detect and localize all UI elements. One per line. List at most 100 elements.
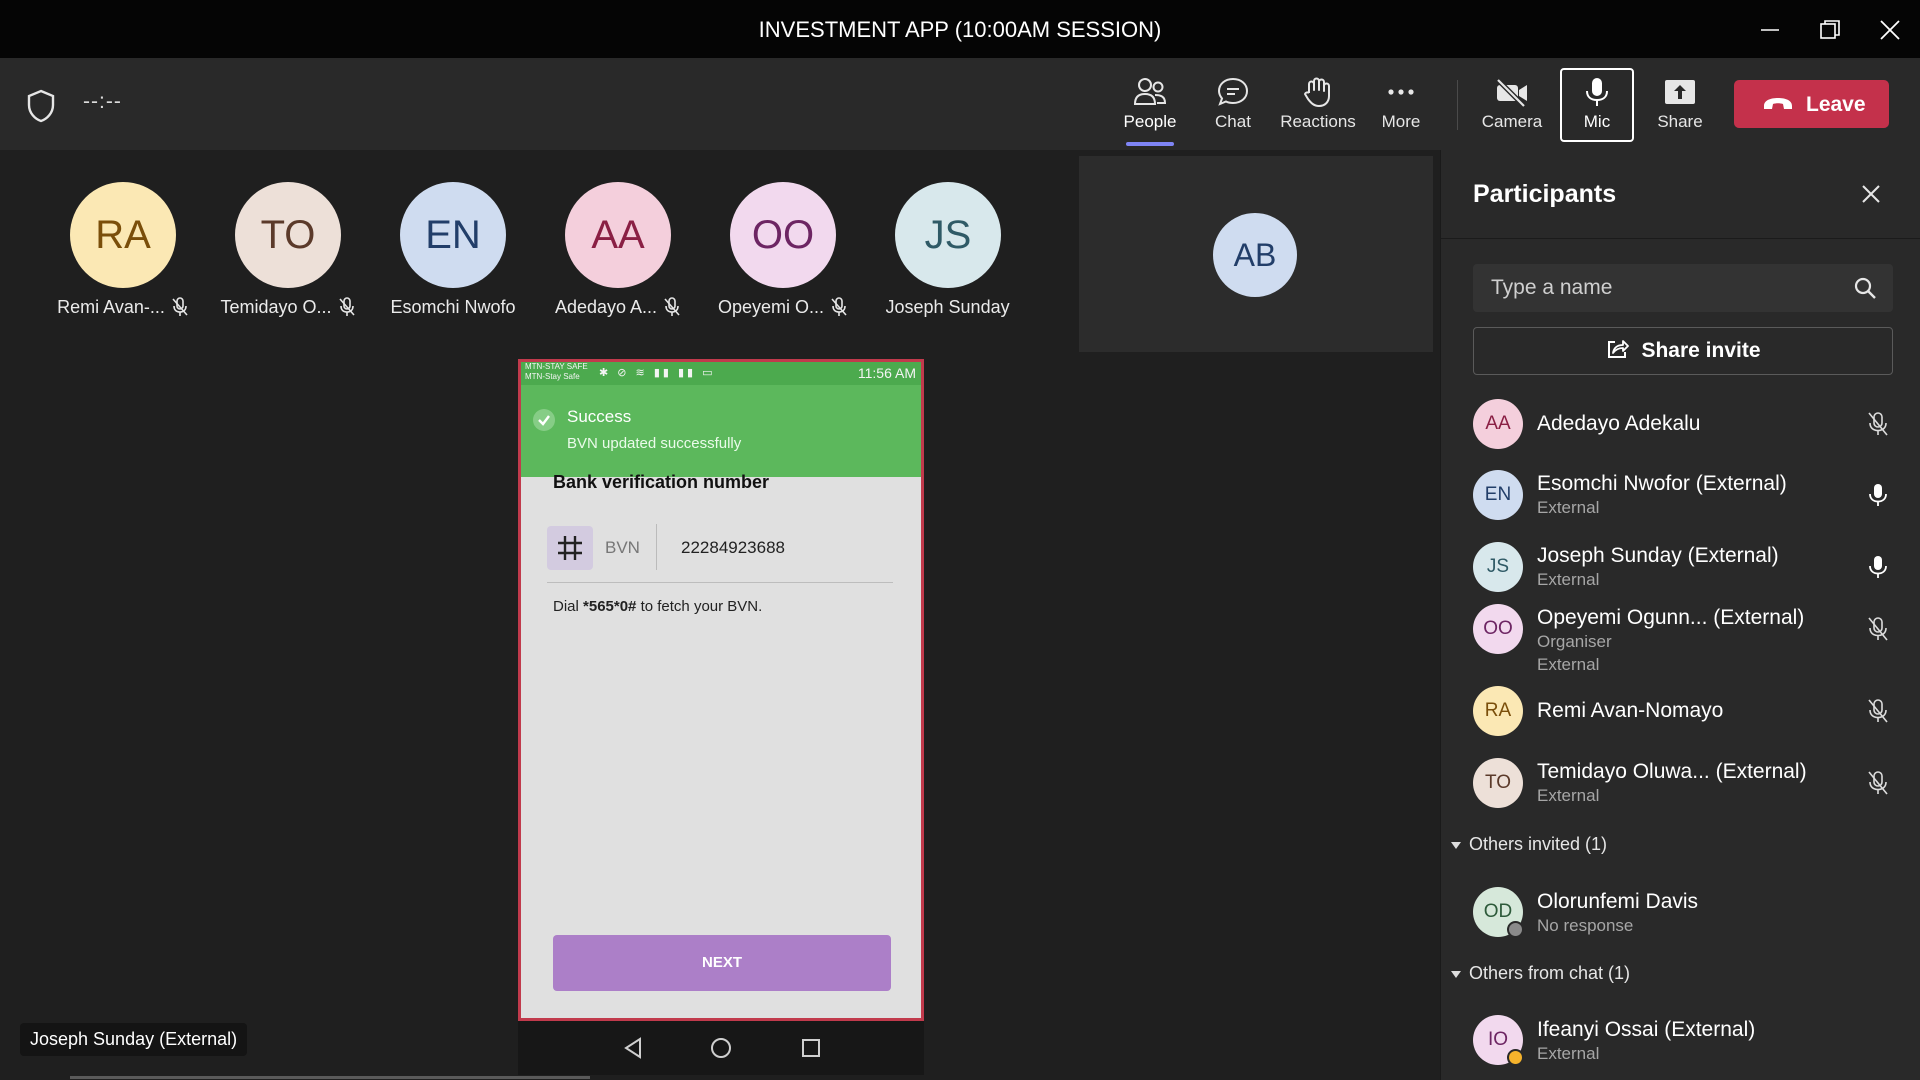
shared-phone-screen: MTN-STAY SAFE MTN-Stay Safe ✱ ⊘ ≋ ▮▮ ▮▮ …	[518, 359, 924, 1021]
recents-icon[interactable]	[800, 1037, 822, 1059]
participants-panel: Participants Share invite AA Adedayo Adek…	[1440, 150, 1920, 1080]
avatar: OO	[1473, 604, 1523, 654]
avatar: JS	[895, 182, 1001, 288]
participant-tile[interactable]: AA Adedayo A...	[538, 182, 698, 332]
participant-name: Olorunfemi Davis	[1537, 890, 1699, 913]
camera-button[interactable]: Camera	[1473, 70, 1551, 142]
participant-name: Temidayo Oluwa... (External)	[1537, 760, 1807, 783]
participant-tile[interactable]: EN Esomchi Nwofo...	[373, 182, 533, 332]
back-icon[interactable]	[622, 1037, 644, 1059]
participant-role: External	[1537, 786, 1600, 805]
leave-button[interactable]: Leave	[1734, 80, 1889, 128]
others-from-chat-header[interactable]: Others from chat (1)	[1451, 963, 1630, 984]
stage-scroll-indicator	[70, 1076, 590, 1079]
shield-icon[interactable]	[26, 89, 56, 123]
panel-title: Participants	[1473, 180, 1617, 208]
meeting-timer: --:--	[83, 90, 122, 113]
others-invited-header[interactable]: Others invited (1)	[1451, 834, 1607, 855]
chat-icon	[1217, 77, 1249, 106]
carrier-name-secondary: MTN-Stay Safe	[525, 372, 580, 381]
participant-mic-status	[1867, 616, 1889, 647]
participant-row[interactable]: TO Temidayo Oluwa... (External) External	[1473, 758, 1893, 818]
participant-row[interactable]: JS Joseph Sunday (External) External	[1473, 542, 1893, 602]
participant-name: Esomchi Nwofo...	[390, 296, 516, 317]
camera-label: Camera	[1481, 112, 1543, 131]
invited-participant-row[interactable]: OD Olorunfemi Davis No response	[1473, 887, 1893, 947]
window-title: INVESTMENT APP (10:00AM SESSION)	[758, 17, 1162, 42]
participant-status: No response	[1537, 916, 1634, 935]
participant-name: Temidayo O...	[220, 296, 332, 317]
phone-nav-bar	[518, 1021, 924, 1075]
mic-muted-icon	[338, 297, 355, 317]
participant-search-input[interactable]	[1473, 264, 1893, 312]
participant-mic-status	[1867, 770, 1889, 801]
no-response-badge-icon	[1507, 921, 1524, 938]
mic-muted-icon	[1868, 412, 1888, 436]
carrier-name: MTN-STAY SAFE	[525, 362, 588, 371]
minimize-button[interactable]	[1750, 10, 1790, 50]
avatar: EN	[1473, 470, 1523, 520]
restore-button[interactable]	[1810, 10, 1850, 50]
avatar: AA	[565, 182, 671, 288]
participant-tile[interactable]: JS Joseph Sunday ...	[868, 182, 1028, 332]
participant-role: External	[1537, 1044, 1600, 1063]
participant-name: Opeyemi Ogunn... (External)	[1537, 606, 1805, 629]
bvn-value[interactable]: 22284923688	[681, 538, 785, 558]
field-divider	[656, 524, 657, 570]
camera-off-icon	[1496, 78, 1527, 108]
next-button[interactable]: NEXT	[553, 935, 891, 991]
mic-muted-icon	[1868, 617, 1888, 641]
more-button[interactable]: More	[1362, 70, 1440, 142]
participant-mic-status	[1867, 482, 1889, 513]
share-icon	[1608, 340, 1630, 359]
people-button[interactable]: People	[1111, 70, 1189, 142]
participant-role: External	[1537, 498, 1600, 517]
chat-label: Chat	[1215, 112, 1251, 131]
participant-row[interactable]: AA Adedayo Adekalu	[1473, 399, 1893, 459]
chat-button[interactable]: Chat	[1194, 70, 1272, 142]
close-icon[interactable]	[1859, 182, 1883, 206]
caret-down-icon	[1451, 970, 1461, 978]
avatar: OO	[730, 182, 836, 288]
participant-row[interactable]: OO Opeyemi Ogunn... (External) Organiser Ex…	[1473, 604, 1893, 674]
share-invite-button[interactable]: Share invite	[1473, 327, 1893, 375]
participant-tile[interactable]: OO Opeyemi O...	[703, 182, 863, 332]
participant-row[interactable]: EN Esomchi Nwofor (External) External	[1473, 470, 1893, 530]
mic-muted-icon	[664, 297, 680, 317]
participant-name: Adedayo Adekalu	[1537, 412, 1701, 435]
share-button[interactable]: Share	[1641, 70, 1719, 142]
bvn-field[interactable]: BVN 22284923688	[547, 524, 893, 583]
participant-name-label: Adedayo A...	[538, 296, 698, 318]
mic-button[interactable]: Mic	[1560, 68, 1634, 142]
participant-name: Esomchi Nwofor (External)	[1537, 472, 1787, 495]
caret-down-icon	[1451, 841, 1461, 849]
search-icon[interactable]	[1853, 276, 1877, 300]
self-avatar: AB	[1213, 213, 1297, 297]
raise-hand-icon	[1304, 77, 1330, 107]
speaker-name-tag: Joseph Sunday (External)	[20, 1023, 248, 1056]
chat-participant-row[interactable]: IO Ifeanyi Ossai (External) External	[1473, 1015, 1893, 1075]
reactions-button[interactable]: Reactions	[1278, 70, 1358, 142]
hang-up-icon	[1764, 98, 1792, 109]
participant-tile[interactable]: TO Temidayo O...	[208, 182, 368, 332]
toast-title: Success	[567, 407, 632, 426]
close-icon	[1880, 20, 1900, 40]
participant-mic-status	[1867, 698, 1889, 729]
participant-name-label: Esomchi Nwofo...	[373, 296, 533, 318]
participant-row[interactable]: RA Remi Avan-Nomayo	[1473, 686, 1893, 746]
microphone-icon	[1869, 484, 1887, 506]
avatar: TO	[1473, 758, 1523, 808]
restore-icon	[1820, 20, 1840, 39]
participant-name-label: Opeyemi O...	[703, 296, 863, 318]
close-window-button[interactable]	[1870, 10, 1910, 50]
home-icon[interactable]	[710, 1037, 732, 1059]
self-video-tile[interactable]: AB	[1079, 156, 1433, 352]
avatar: RA	[1473, 686, 1523, 736]
title-bar: INVESTMENT APP (10:00AM SESSION)	[0, 0, 1920, 58]
participant-role: External	[1537, 655, 1600, 674]
hash-icon	[547, 526, 593, 570]
mic-muted-icon	[1868, 771, 1888, 795]
participant-tile[interactable]: RA Remi Avan-...	[43, 182, 203, 332]
avatar: AA	[1473, 399, 1523, 449]
share-label: Share	[1657, 112, 1703, 131]
